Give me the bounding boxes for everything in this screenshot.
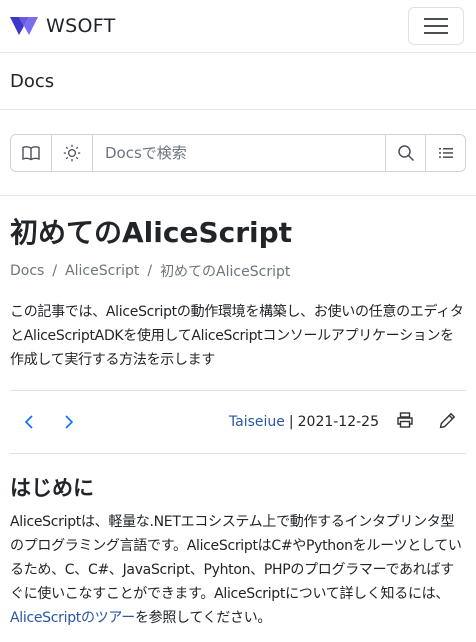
search-input[interactable] bbox=[93, 135, 385, 171]
edit-button[interactable] bbox=[439, 412, 456, 433]
brand-name: WSOFT bbox=[46, 15, 116, 37]
breadcrumb-item-current: 初めてのAliceScript bbox=[160, 264, 291, 280]
tour-link[interactable]: AliceScriptのツアー bbox=[10, 610, 135, 626]
theme-toggle-button[interactable] bbox=[52, 135, 93, 171]
pencil-icon bbox=[439, 412, 456, 428]
chevron-left-icon bbox=[24, 415, 33, 429]
article-summary: この記事では、AliceScriptの動作環境を構築し、お使いの任意のエディタと… bbox=[10, 300, 466, 391]
breadcrumb-separator: / bbox=[52, 263, 58, 279]
list-icon bbox=[438, 148, 453, 158]
page-title: 初めてのAliceScript bbox=[10, 216, 293, 249]
wsoft-logo-icon bbox=[10, 17, 38, 35]
prev-page-button[interactable] bbox=[24, 412, 34, 432]
search-icon bbox=[397, 145, 414, 162]
print-button[interactable] bbox=[396, 412, 414, 432]
brand-link[interactable]: WSOFT bbox=[10, 15, 116, 37]
next-page-button[interactable] bbox=[64, 412, 74, 432]
hamburger-icon bbox=[424, 18, 448, 20]
sun-icon bbox=[63, 144, 81, 162]
search-group bbox=[10, 134, 466, 172]
body-text: AliceScriptは、軽量な.NETエコシステム上で動作するインタプリンタ型… bbox=[10, 514, 462, 602]
pager bbox=[10, 412, 74, 432]
menu-toggle-button[interactable] bbox=[408, 7, 464, 45]
breadcrumb-separator: / bbox=[147, 263, 153, 279]
section-header: Docs bbox=[0, 52, 476, 110]
article-content: 初めてのAliceScript Docs / AliceScript / 初めて… bbox=[0, 216, 476, 630]
book-button[interactable] bbox=[11, 135, 52, 171]
meta-actions bbox=[396, 412, 456, 433]
book-icon bbox=[22, 146, 40, 161]
publish-date: 2021-12-25 bbox=[297, 414, 379, 430]
printer-icon bbox=[397, 412, 413, 428]
breadcrumb-item-alicescript[interactable]: AliceScript bbox=[65, 263, 139, 279]
breadcrumb: Docs / AliceScript / 初めてのAliceScript bbox=[10, 261, 466, 281]
top-navbar: WSOFT bbox=[0, 0, 476, 52]
section-heading: はじめに bbox=[10, 476, 94, 500]
chevron-right-icon bbox=[65, 415, 74, 429]
toc-button[interactable] bbox=[425, 135, 465, 171]
article-meta: Taiseiue | 2021-12-25 bbox=[229, 412, 466, 433]
author-link[interactable]: Taiseiue bbox=[229, 414, 285, 430]
search-button[interactable] bbox=[385, 135, 425, 171]
article-meta-row: Taiseiue | 2021-12-25 bbox=[10, 391, 466, 454]
section-body: AliceScriptは、軽量な.NETエコシステム上で動作するインタプリンタ型… bbox=[10, 510, 466, 630]
body-text-tail: を参照してください。 bbox=[134, 610, 272, 626]
search-bar-row bbox=[0, 110, 476, 196]
section-title[interactable]: Docs bbox=[10, 71, 54, 92]
meta-separator: | bbox=[288, 414, 294, 430]
breadcrumb-item-docs[interactable]: Docs bbox=[10, 263, 44, 279]
